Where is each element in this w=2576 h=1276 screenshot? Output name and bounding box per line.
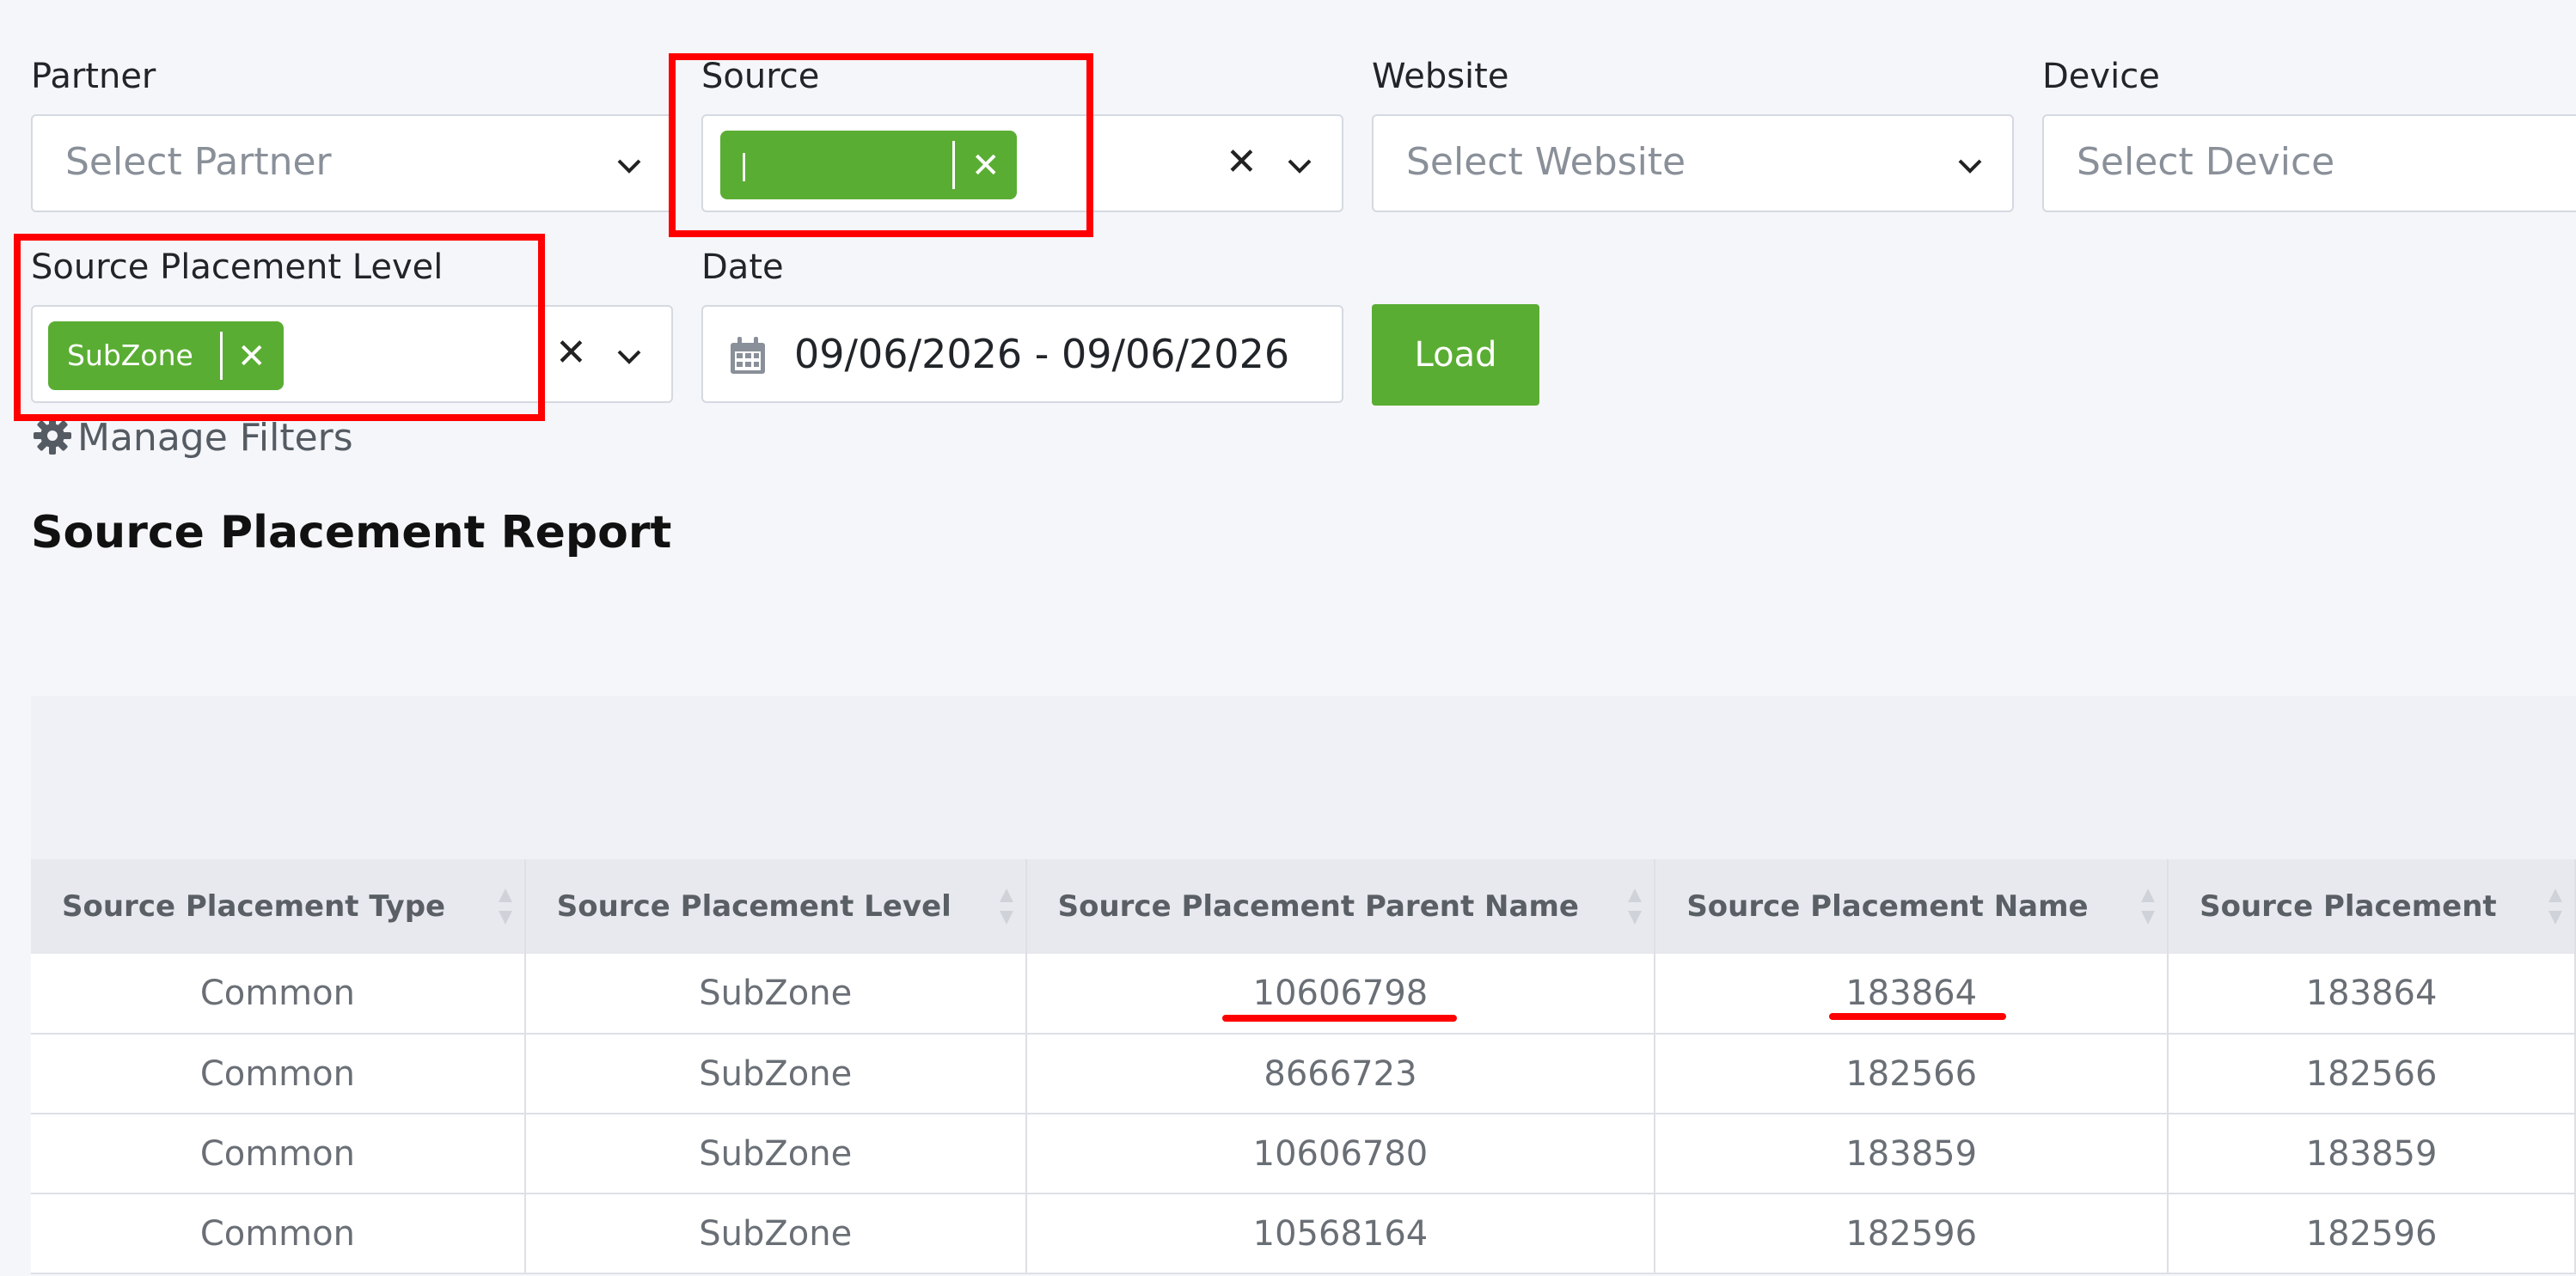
load-button[interactable]: Load [1372, 304, 1539, 406]
tag-separator [952, 141, 955, 189]
table-cell: 10606798 [1025, 954, 1656, 1035]
placement-level-label: Source Placement Level [31, 247, 444, 287]
column-header[interactable]: Source Placement Level [524, 859, 1027, 954]
sort-icon[interactable] [495, 883, 516, 930]
manage-filters-link[interactable]: Manage Filters [33, 411, 353, 460]
table-cell: 182566 [2168, 1034, 2576, 1114]
date-range-input[interactable]: 09/06/2026 - 09/06/2026 [701, 305, 1343, 403]
table-row: Common SubZone 10568164 182596 182596 [31, 1194, 2576, 1274]
table-cell: 182596 [1655, 1194, 2169, 1274]
table-cell: 183864 [2168, 954, 2576, 1035]
column-header[interactable]: Source Placement Type [31, 859, 526, 954]
placement-level-select[interactable]: SubZone ✕ ✕ [31, 305, 673, 403]
column-header[interactable]: Source Placement Parent Name [1025, 859, 1656, 954]
column-header[interactable]: Source Placement Name [1655, 859, 2169, 954]
table-cell: 10606780 [1025, 1114, 1656, 1194]
partner-placeholder: Select Partner [65, 140, 332, 184]
gear-icon [34, 417, 71, 455]
table-cell: Common [31, 954, 526, 1035]
sort-icon[interactable] [2138, 883, 2158, 930]
table-header-row: Source Placement Type Source Placement L… [31, 859, 2576, 954]
chevron-down-icon[interactable] [1953, 149, 1987, 183]
source-tag-label: | [739, 148, 750, 181]
table-cell: Common [31, 1194, 526, 1274]
table-cell: 182566 [1655, 1034, 2169, 1114]
manage-filters-label: Manage Filters [77, 416, 353, 460]
calendar-icon [731, 337, 765, 374]
column-header[interactable]: Source Placement [2168, 859, 2576, 954]
table-cell: SubZone [524, 1034, 1027, 1114]
remove-tag-icon[interactable]: ✕ [971, 146, 1000, 186]
chevron-down-icon[interactable] [612, 339, 646, 374]
partner-label: Partner [31, 57, 156, 96]
table-cell: SubZone [524, 1194, 1027, 1274]
table-cell: Common [31, 1114, 526, 1194]
tag-separator [220, 332, 223, 380]
report-table: Source Placement Type Source Placement L… [31, 859, 2576, 1274]
sort-icon[interactable] [996, 883, 1017, 930]
table-cell: SubZone [524, 954, 1027, 1035]
source-select[interactable]: | ✕ ✕ [701, 114, 1343, 212]
source-label: Source [701, 57, 820, 96]
report-title: Source Placement Report [31, 507, 672, 559]
website-label: Website [1372, 57, 1509, 96]
table-cell: Common [31, 1034, 526, 1114]
annotation-underline [1829, 1013, 2006, 1020]
device-select[interactable]: Select Device [2042, 114, 2576, 212]
table-cell: 10568164 [1025, 1194, 1656, 1274]
device-label: Device [2042, 57, 2160, 96]
partner-select[interactable]: Select Partner [31, 114, 673, 212]
placement-level-tag-label: SubZone [67, 339, 193, 372]
sort-icon[interactable] [1625, 883, 1645, 930]
clear-icon[interactable]: ✕ [555, 331, 587, 375]
table-cell: 183859 [1655, 1114, 2169, 1194]
placement-level-tag: SubZone ✕ [48, 321, 284, 390]
clear-icon[interactable]: ✕ [1226, 140, 1257, 184]
date-label: Date [701, 247, 784, 287]
table-cell: 183859 [2168, 1114, 2576, 1194]
table-cell: 8666723 [1025, 1034, 1656, 1114]
sort-icon[interactable] [2545, 883, 2566, 930]
table-cell: SubZone [524, 1114, 1027, 1194]
table-row: Common SubZone 10606780 183859 183859 [31, 1114, 2576, 1194]
date-range-value: 09/06/2026 - 09/06/2026 [794, 331, 1290, 377]
chevron-down-icon[interactable] [612, 149, 646, 183]
chevron-down-icon[interactable] [1282, 149, 1317, 183]
table-toolbar-panel [31, 696, 2576, 859]
annotation-underline [1222, 1015, 1457, 1022]
device-placeholder: Select Device [2077, 140, 2335, 184]
website-placeholder: Select Website [1406, 140, 1686, 184]
website-select[interactable]: Select Website [1372, 114, 2014, 212]
remove-tag-icon[interactable]: ✕ [237, 337, 266, 376]
table-cell: 183864 [1655, 954, 2169, 1035]
table-row: Common SubZone 10606798 183864 183864 [31, 954, 2576, 1035]
table-cell: 182596 [2168, 1194, 2576, 1274]
table-row: Common SubZone 8666723 182566 182566 [31, 1034, 2576, 1114]
source-tag: | ✕ [720, 131, 1017, 199]
